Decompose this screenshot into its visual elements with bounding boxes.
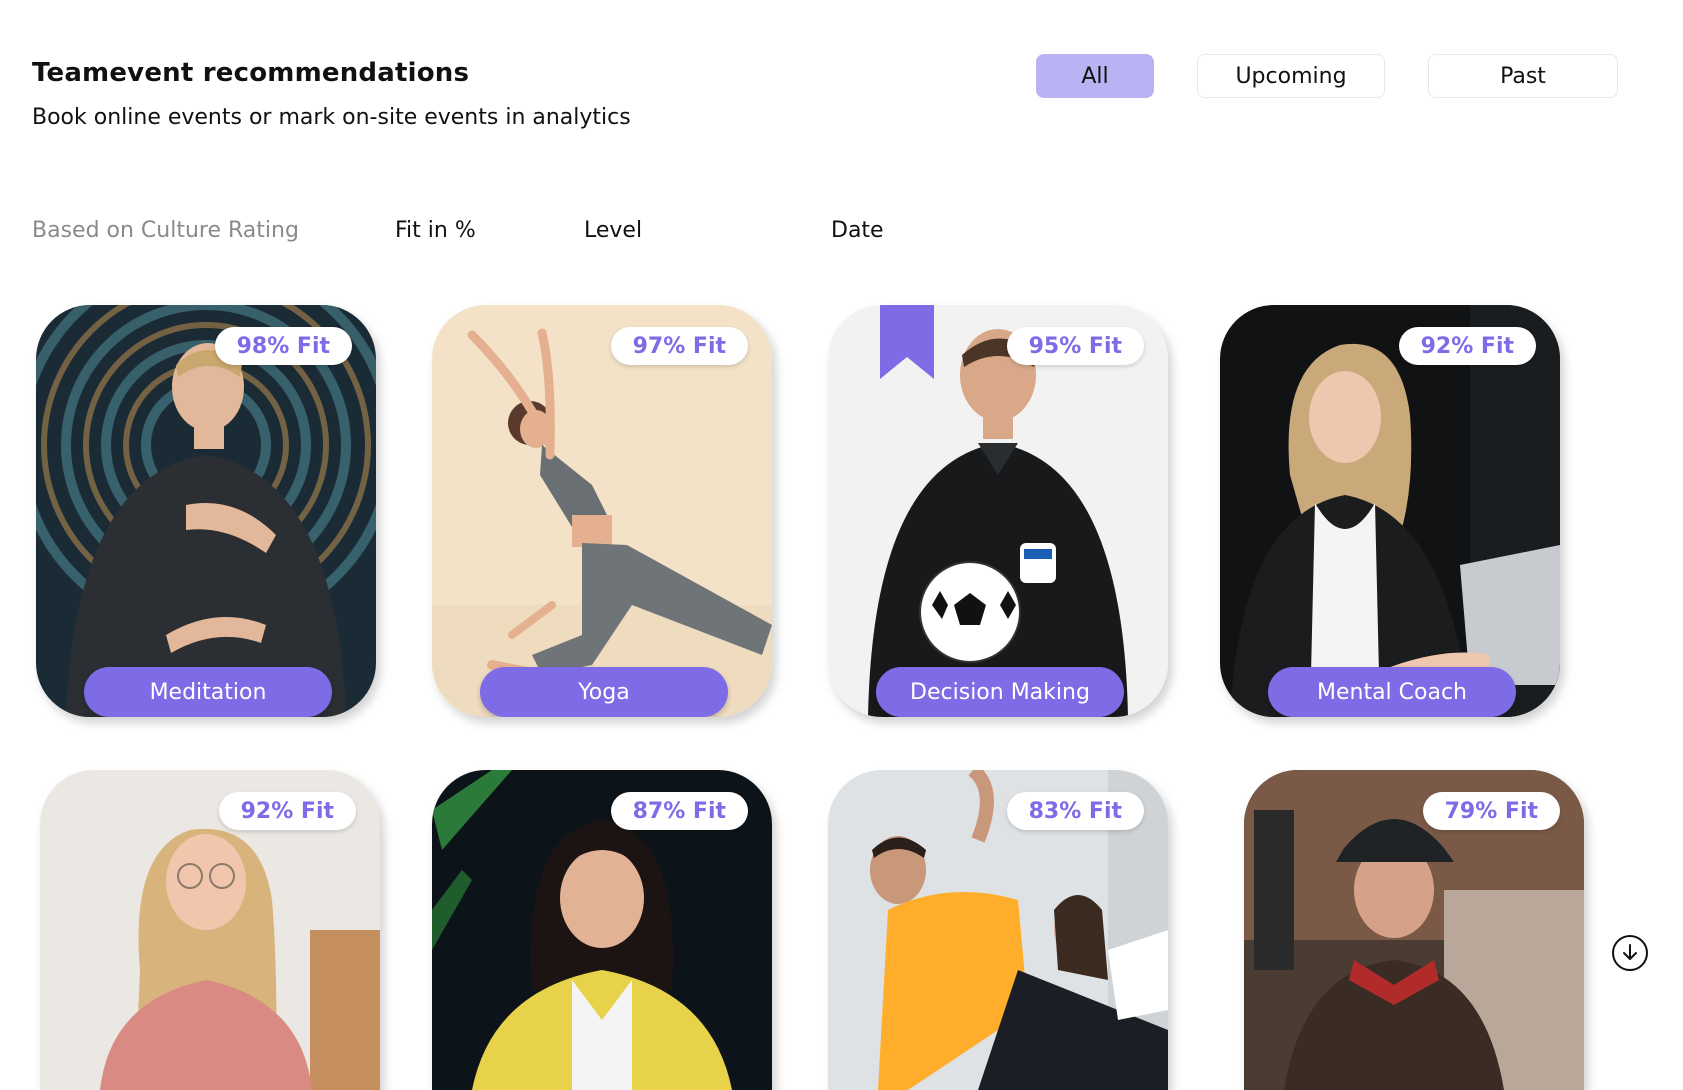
event-card-6[interactable]: 87% Fit (432, 770, 772, 1090)
filter-level-button[interactable]: Level (584, 218, 642, 243)
event-image (432, 305, 772, 717)
arrow-down-circle-icon (1623, 944, 1637, 960)
event-card-5[interactable]: 92% Fit (40, 770, 380, 1090)
scroll-down-button[interactable] (1612, 935, 1648, 971)
event-image (1220, 305, 1560, 717)
segment-all-button[interactable]: All (1036, 54, 1154, 98)
event-image (828, 305, 1168, 717)
event-card-yoga[interactable]: 97% Fit Yoga (432, 305, 772, 717)
event-label-button[interactable]: Yoga (480, 667, 728, 717)
event-card-decision-making[interactable]: 95% Fit Decision Making (828, 305, 1168, 717)
event-label-button[interactable]: Decision Making (876, 667, 1124, 717)
event-card-mental-coach[interactable]: 92% Fit Mental Coach (1220, 305, 1560, 717)
event-card-meditation[interactable]: 98% Fit Meditation (36, 305, 376, 717)
page-subtitle: Book online events or mark on-site event… (32, 105, 631, 130)
event-label-button[interactable]: Meditation (84, 667, 332, 717)
page-title: Teamevent recommendations (32, 58, 470, 88)
event-card-8[interactable]: 79% Fit (1244, 770, 1584, 1090)
fit-badge: 87% Fit (610, 792, 748, 830)
event-card-7[interactable]: 83% Fit (828, 770, 1168, 1090)
fit-badge: 92% Fit (218, 792, 356, 830)
event-label-button[interactable]: Mental Coach (1268, 667, 1516, 717)
bookmark-icon[interactable] (880, 305, 934, 379)
fit-badge: 97% Fit (610, 327, 748, 365)
segment-upcoming-button[interactable]: Upcoming (1197, 54, 1385, 98)
fit-badge: 79% Fit (1422, 792, 1560, 830)
filter-date-button[interactable]: Date (831, 218, 884, 243)
filter-fit-button[interactable]: Fit in % (395, 218, 476, 243)
fit-badge: 98% Fit (214, 327, 352, 365)
fit-badge: 83% Fit (1006, 792, 1144, 830)
event-image (36, 305, 376, 717)
filter-based-on-label: Based on Culture Rating (32, 218, 299, 243)
fit-badge: 95% Fit (1006, 327, 1144, 365)
segment-past-button[interactable]: Past (1428, 54, 1618, 98)
fit-badge: 92% Fit (1398, 327, 1536, 365)
